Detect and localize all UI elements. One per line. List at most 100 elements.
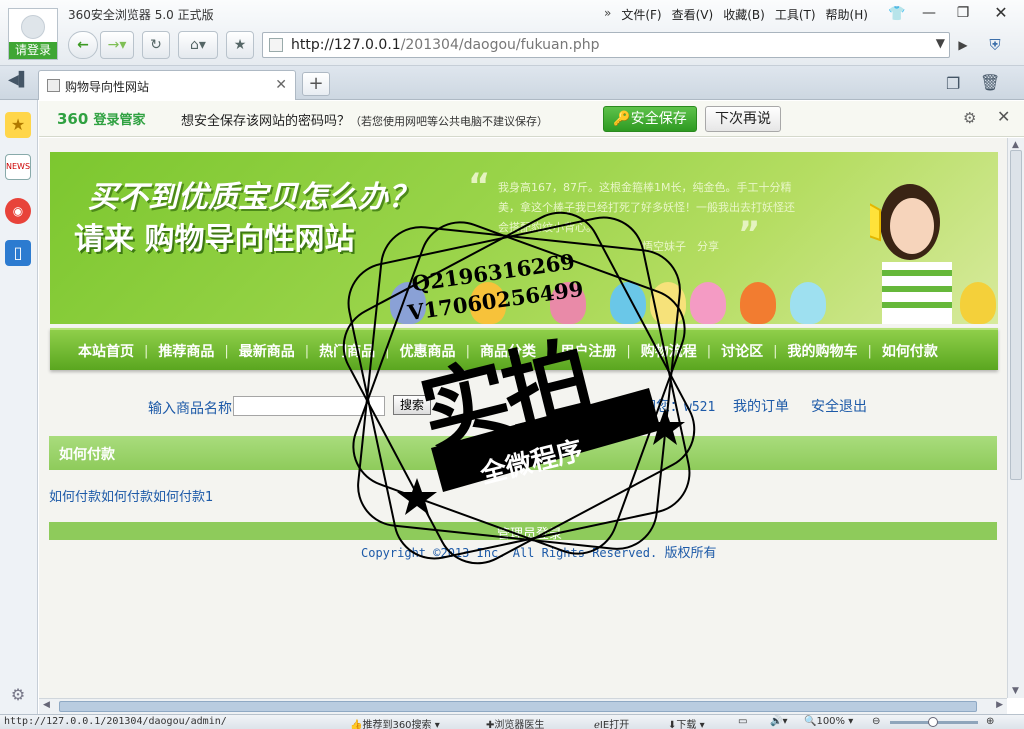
mobile-icon[interactable]: ▯ bbox=[5, 240, 31, 266]
refresh-button[interactable]: ↻ bbox=[142, 31, 170, 59]
bird-decoration bbox=[790, 282, 826, 324]
url-path: /201304/daogou/fukuan.php bbox=[400, 37, 600, 53]
quote-close-icon: ” bbox=[738, 214, 761, 254]
left-sidebar: ★ NEWS ◉ ▯ ⚙ bbox=[0, 100, 38, 714]
status-url: http://127.0.0.1/201304/daogou/admin/ bbox=[4, 716, 227, 727]
nav-newest[interactable]: 最新商品 bbox=[229, 341, 305, 361]
bird-decoration bbox=[650, 282, 686, 324]
vertical-scrollbar[interactable]: ▲ ▼ bbox=[1007, 138, 1024, 698]
weibo-icon[interactable]: ◉ bbox=[5, 198, 31, 224]
section-title: 如何付款 bbox=[59, 447, 115, 463]
bird-decoration bbox=[740, 282, 776, 324]
skin-shirt-icon[interactable]: 👕 bbox=[888, 6, 905, 22]
address-dropdown-icon[interactable]: ▼ bbox=[936, 36, 945, 50]
gear-icon[interactable]: ⚙ bbox=[963, 109, 976, 127]
page-viewport: 买不到优质宝贝怎么办？ 请来 购物导向性网站 “ 我身高167，87斤。这根金箍… bbox=[39, 138, 1007, 698]
tab-close-icon[interactable]: ✕ bbox=[275, 77, 287, 93]
new-tab-button[interactable]: + bbox=[302, 72, 330, 96]
bird-decoration bbox=[690, 282, 726, 324]
app-title: 360安全浏览器 5.0 正式版 bbox=[68, 8, 214, 22]
later-button[interactable]: 下次再说 bbox=[705, 106, 781, 132]
scroll-down-icon[interactable]: ▼ bbox=[1012, 686, 1019, 696]
tab-shopping-site[interactable]: 购物导向性网站 ✕ bbox=[38, 70, 296, 100]
go-button[interactable]: ▶ bbox=[952, 32, 974, 58]
favorite-star-button[interactable]: ★ bbox=[226, 31, 254, 59]
menu-favorites[interactable]: 收藏(B) bbox=[723, 6, 765, 23]
sound-icon[interactable]: 🔊▾ bbox=[770, 716, 787, 727]
login-manager-logo: 360 登录管家 bbox=[57, 110, 146, 128]
zoom-level[interactable]: 🔍100% ▾ bbox=[804, 716, 853, 727]
welcome-text: 欢迎您：w521 bbox=[628, 399, 716, 415]
zoom-out-icon[interactable]: ⊖ bbox=[872, 716, 880, 727]
logout-link[interactable]: 安全退出 bbox=[811, 396, 867, 416]
horizontal-scrollbar[interactable]: ◀ ▶ bbox=[39, 698, 1007, 714]
tab-title: 购物导向性网站 bbox=[65, 80, 150, 94]
zoom-slider-knob[interactable] bbox=[928, 717, 938, 727]
close-window-button[interactable]: ✕ bbox=[984, 2, 1018, 24]
banner-subhead: 请来 购物导向性网站 bbox=[74, 222, 355, 257]
admin-login-link[interactable]: 管理员登录 bbox=[497, 523, 562, 542]
menu-tools[interactable]: 工具(T) bbox=[775, 6, 816, 23]
search-input[interactable] bbox=[233, 396, 385, 416]
girl-with-megaphone-image bbox=[870, 184, 952, 324]
download[interactable]: ⬇下载 ▾ bbox=[668, 716, 705, 729]
avatar-icon bbox=[21, 15, 45, 39]
nav-payment[interactable]: 如何付款 bbox=[872, 341, 948, 361]
scroll-right-icon[interactable]: ▶ bbox=[996, 700, 1003, 710]
menu-file[interactable]: 文件(F) bbox=[621, 6, 661, 23]
ie-open[interactable]: ℯIE打开 bbox=[594, 716, 629, 729]
nav-hot[interactable]: 热门商品 bbox=[309, 341, 385, 361]
username: w521 bbox=[684, 400, 716, 415]
sidebar-toggle-icon[interactable]: ◀▌ bbox=[8, 72, 30, 88]
menu-view[interactable]: 查看(V) bbox=[672, 6, 714, 23]
zoom-in-icon[interactable]: ⊕ bbox=[986, 716, 994, 727]
nav-forum[interactable]: 讨论区 bbox=[711, 341, 773, 361]
back-button[interactable]: ← bbox=[68, 31, 98, 59]
scroll-left-icon[interactable]: ◀ bbox=[43, 700, 50, 710]
copyright-text: Copyright ©2013 Inc. All Rights Reserved… bbox=[361, 546, 717, 561]
tab-bar: ◀▌ 购物导向性网站 ✕ + ❐ 🗑 bbox=[0, 66, 1024, 100]
save-password-button[interactable]: 🔑安全保存 bbox=[603, 106, 697, 132]
settings-gear-icon[interactable]: ⚙ bbox=[5, 682, 31, 708]
password-save-bar: 360 登录管家 想安全保存该网站的密码吗？（若您使用网吧等公共电脑不建议保存）… bbox=[39, 101, 1024, 137]
url-host: http://127.0.0.1 bbox=[291, 37, 401, 53]
bird-decoration bbox=[610, 282, 646, 324]
section-body: 如何付款如何付款如何付款1 bbox=[49, 490, 214, 505]
nav-cart[interactable]: 我的购物车 bbox=[778, 341, 868, 361]
nav-process[interactable]: 购物流程 bbox=[631, 341, 707, 361]
scroll-thumb[interactable] bbox=[1010, 150, 1022, 480]
footer-bar: 管理员登录 bbox=[49, 522, 997, 542]
nav-home[interactable]: 本站首页 bbox=[68, 341, 144, 361]
scroll-up-icon[interactable]: ▲ bbox=[1012, 140, 1019, 150]
menu-help[interactable]: 帮助(H) bbox=[826, 6, 868, 23]
trash-icon[interactable]: 🗑 bbox=[980, 73, 1000, 92]
restore-tab-icon[interactable]: ❐ bbox=[946, 74, 960, 93]
restore-window-button[interactable]: ❐ bbox=[946, 2, 980, 24]
login-button[interactable]: 请登录 bbox=[9, 42, 57, 59]
page-icon bbox=[269, 38, 283, 52]
forward-button[interactable]: →▾ bbox=[100, 31, 134, 59]
menu-bar: » 文件(F) 查看(V) 收藏(B) 工具(T) 帮助(H) bbox=[604, 6, 868, 23]
hscroll-thumb[interactable] bbox=[59, 701, 977, 712]
password-message: 想安全保存该网站的密码吗？（若您使用网吧等公共电脑不建议保存） bbox=[181, 114, 549, 129]
security-shield-icon[interactable]: ⛨ bbox=[982, 32, 1008, 58]
news-icon[interactable]: NEWS bbox=[5, 154, 31, 180]
recommend-360-search[interactable]: 👍推荐到360搜索 ▾ bbox=[350, 716, 440, 729]
window-icon[interactable]: ▭ bbox=[738, 716, 747, 727]
favorites-star-icon[interactable]: ★ bbox=[5, 112, 31, 138]
close-icon[interactable]: ✕ bbox=[997, 107, 1010, 126]
address-bar[interactable]: http://127.0.0.1/201304/daogou/fukuan.ph… bbox=[262, 32, 950, 58]
home-button[interactable]: ⌂▾ bbox=[178, 31, 218, 59]
nav-recommended[interactable]: 推荐商品 bbox=[148, 341, 224, 361]
user-avatar[interactable]: 请登录 bbox=[8, 8, 58, 60]
browser-titlebar: 请登录 360安全浏览器 5.0 正式版 » 文件(F) 查看(V) 收藏(B)… bbox=[0, 0, 1024, 66]
my-orders-link[interactable]: 我的订单 bbox=[733, 396, 789, 416]
status-bar: http://127.0.0.1/201304/daogou/admin/ 👍推… bbox=[0, 714, 1024, 729]
address-text[interactable]: http://127.0.0.1/201304/daogou/fukuan.ph… bbox=[291, 37, 600, 53]
menu-chevron-icon[interactable]: » bbox=[604, 6, 611, 23]
minimize-button[interactable]: — bbox=[912, 2, 946, 24]
quote-open-icon: “ bbox=[468, 166, 491, 206]
browser-doctor[interactable]: ✚浏览器医生 bbox=[486, 716, 544, 729]
banner-headline: 买不到优质宝贝怎么办？ bbox=[88, 180, 418, 215]
search-label: 输入商品名称 bbox=[148, 401, 232, 417]
